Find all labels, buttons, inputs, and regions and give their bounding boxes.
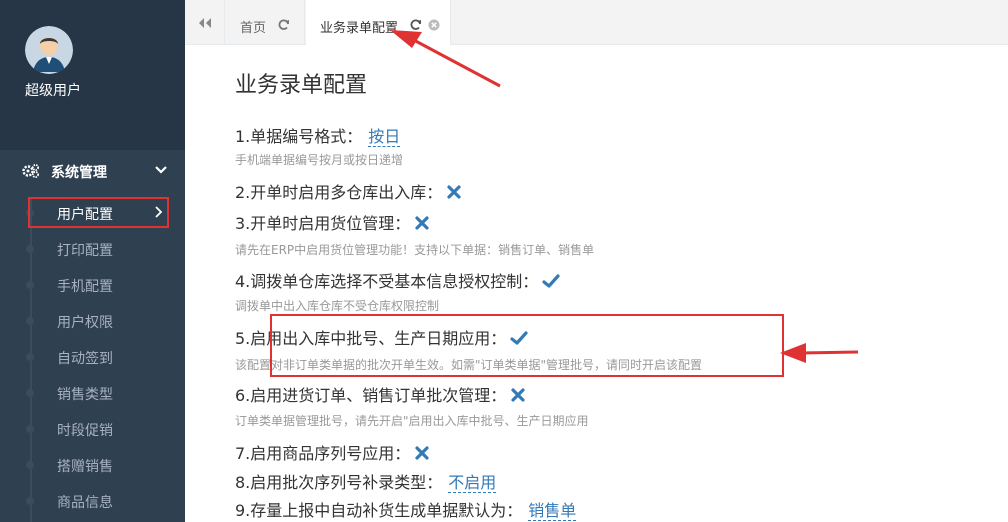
setting-label: 3.开单时启用货位管理： [235,214,411,233]
sidebar-item-label: 销售类型 [57,387,113,403]
gear-icon [22,164,39,178]
sidebar-item-mobile-config[interactable]: 手机配置 [26,270,178,300]
chevron-down-icon [155,166,167,174]
sidebar-item-user-permission[interactable]: 用户权限 [26,306,178,336]
sidebar-item-gift-sales[interactable]: 搭赠销售 [26,450,178,480]
tab-home[interactable]: 首页 [225,0,305,45]
close-icon[interactable] [428,19,440,31]
setting-row: 6.启用进货订单、销售订单批次管理： [235,382,526,406]
sidebar-item-label: 搭赠销售 [57,459,113,475]
sidebar-item-label: 打印配置 [57,243,113,259]
tree-dot [26,353,34,361]
cross-icon[interactable] [446,184,462,200]
user-profile: 超级用户 [0,0,185,150]
setting-value-link[interactable]: 销售单 [528,501,577,521]
check-icon[interactable] [542,273,560,289]
setting-row: 2.开单时启用多仓库出入库： [235,179,462,203]
tree-dot [26,497,34,505]
sidebar-item-label: 商品信息 [57,495,113,511]
setting-row: 1.单据编号格式： 按日 [235,123,401,147]
setting-value-link[interactable]: 按日 [368,127,401,147]
refresh-icon[interactable] [278,19,290,31]
user-name[interactable]: 超级用户 [25,80,81,100]
setting-row: 3.开单时启用货位管理： [235,210,430,234]
setting-label: 6.启用进货订单、销售订单批次管理： [235,386,507,405]
tab-business-order-config[interactable]: 业务录单配置 [306,0,451,45]
sidebar-item-auto-checkin[interactable]: 自动签到 [26,342,178,372]
main-content: 业务录单配置 1.单据编号格式： 按日 手机端单据编号按月或按日递增 2.开单时启… [185,45,1008,522]
sidebar-item-label: 自动签到 [57,351,113,367]
setting-hint: 调拨单中出入库仓库不受仓库权限控制 [235,299,440,313]
tab-scroll-left-button[interactable] [185,0,225,45]
tab-bar: 首页 业务录单配置 [185,0,1008,45]
setting-hint: 订单类单据管理批号，请先开启"启用出入库中批号、生产日期应用 [235,414,589,428]
sidebar-item-label: 手机配置 [57,279,113,295]
double-chevron-left-icon [199,18,211,28]
sidebar-item-sales-type[interactable]: 销售类型 [26,378,178,408]
setting-row: 7.启用商品序列号应用： [235,440,430,464]
setting-label: 7.启用商品序列号应用： [235,444,411,463]
setting-label: 4.调拨单仓库选择不受基本信息授权控制： [235,272,539,291]
setting-row: 9.存量上报中自动补货生成单据默认为： 销售单 [235,497,577,521]
sidebar-item-time-promotion[interactable]: 时段促销 [26,414,178,444]
tab-label: 首页 [240,21,267,36]
tree-dot [26,245,34,253]
setting-row: 4.调拨单仓库选择不受基本信息授权控制： [235,268,560,292]
sidebar-section-system[interactable]: 系统管理 [0,150,185,190]
page-title: 业务录单配置 [235,73,368,98]
setting-value-link[interactable]: 不启用 [448,473,497,493]
tree-dot [26,317,34,325]
tree-dot [26,389,34,397]
refresh-icon[interactable] [410,19,422,31]
cross-icon[interactable] [414,445,430,461]
setting-label: 2.开单时启用多仓库出入库： [235,183,443,202]
cross-icon[interactable] [414,215,430,231]
tab-label: 业务录单配置 [320,21,399,36]
sidebar-section-title: 系统管理 [51,165,107,181]
sidebar-item-label: 用户权限 [57,315,113,331]
annotation-box-sidebar [28,197,169,228]
tree-dot [26,461,34,469]
sidebar-item-product-info[interactable]: 商品信息 [26,486,178,516]
annotation-box-setting-5 [270,314,784,377]
sidebar-item-label: 时段促销 [57,423,113,439]
sidebar: 超级用户 系统管理 用户配置 打印配置 手机配置 用户权限 自动签到 销售类型 … [0,0,185,522]
avatar[interactable] [25,26,73,74]
tree-dot [26,281,34,289]
setting-label: 9.存量上报中自动补货生成单据默认为： [235,501,523,520]
setting-row: 8.启用批次序列号补录类型： 不启用 [235,469,497,493]
sidebar-item-print-config[interactable]: 打印配置 [26,234,178,264]
setting-hint: 请先在ERP中启用货位管理功能！支持以下单据：销售订单、销售单 [235,243,595,257]
setting-hint: 手机端单据编号按月或按日递增 [235,153,404,167]
cross-icon[interactable] [510,387,526,403]
setting-label: 1.单据编号格式： [235,127,363,146]
tree-dot [26,425,34,433]
setting-label: 8.启用批次序列号补录类型： [235,473,443,492]
